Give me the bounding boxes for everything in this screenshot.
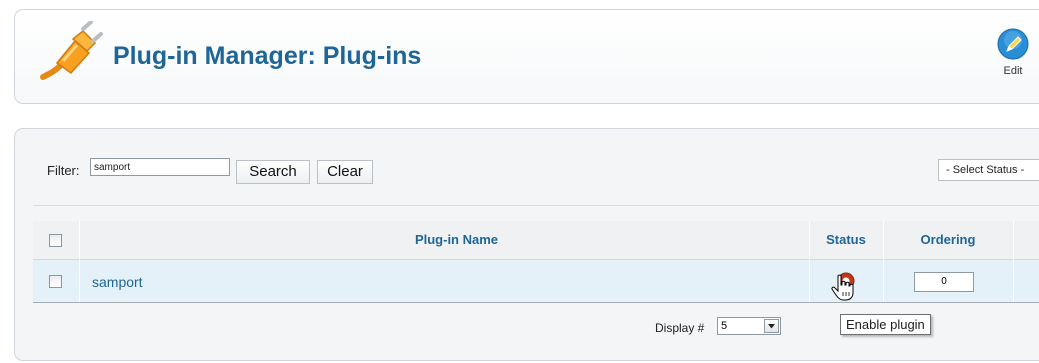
column-header-ordering[interactable]: Ordering bbox=[883, 232, 1013, 247]
filter-label: Filter: bbox=[47, 163, 80, 178]
column-separator bbox=[809, 221, 810, 302]
filter-input[interactable] bbox=[90, 158, 230, 176]
toolbar-header: Plug-in Manager: Plug-ins Edit bbox=[14, 9, 1039, 104]
plugin-name-link[interactable]: samport bbox=[92, 274, 143, 290]
page: Plug-in Manager: Plug-ins Edit Filter: S… bbox=[0, 0, 1039, 363]
display-label: Display # bbox=[655, 321, 705, 335]
divider bbox=[33, 205, 1039, 206]
status-select[interactable]: - Select Status - bbox=[938, 159, 1039, 181]
display-count-value: 5 bbox=[721, 320, 728, 332]
chevron-down-icon[interactable] bbox=[764, 319, 779, 333]
table-row: samport 0 bbox=[33, 260, 1039, 303]
edit-label: Edit bbox=[1003, 65, 1023, 77]
select-all-checkbox[interactable] bbox=[49, 234, 62, 247]
hand-cursor-icon bbox=[830, 274, 856, 302]
column-separator bbox=[1013, 221, 1014, 302]
clear-button[interactable]: Clear bbox=[317, 160, 373, 184]
enable-plugin-tooltip: Enable plugin bbox=[840, 314, 931, 335]
edit-button[interactable]: Edit bbox=[993, 28, 1033, 77]
pencil-icon bbox=[997, 28, 1029, 60]
table-header-row: Plug-in Name Status Ordering bbox=[33, 221, 1039, 260]
page-title: Plug-in Manager: Plug-ins bbox=[113, 42, 422, 70]
row-checkbox[interactable] bbox=[49, 275, 62, 288]
column-header-name[interactable]: Plug-in Name bbox=[79, 232, 834, 247]
column-separator bbox=[79, 221, 80, 302]
search-button[interactable]: Search bbox=[236, 160, 310, 184]
plug-icon bbox=[37, 20, 105, 85]
ordering-input[interactable]: 0 bbox=[914, 272, 974, 292]
column-separator bbox=[883, 221, 884, 302]
display-count-select[interactable]: 5 bbox=[717, 317, 781, 335]
column-header-status[interactable]: Status bbox=[809, 232, 883, 247]
